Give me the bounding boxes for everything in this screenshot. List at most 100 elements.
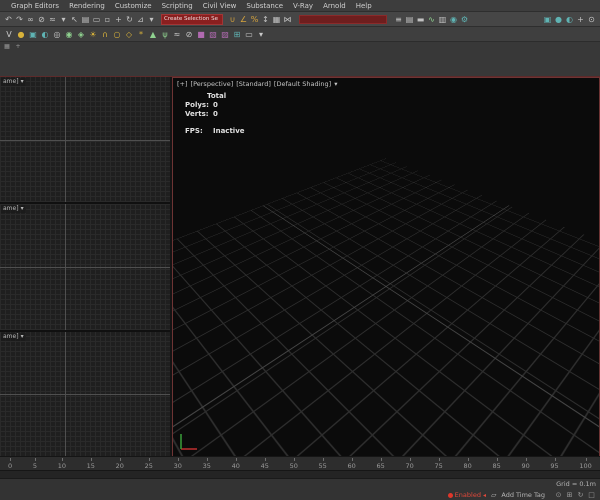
vray-render-icon[interactable]: ●: [15, 29, 27, 40]
toggle-layer-explorer-icon[interactable]: ▤: [404, 14, 415, 25]
vray-frame-buffer-icon[interactable]: ▣: [27, 29, 39, 40]
timeline-tick[interactable]: 20: [116, 457, 124, 471]
select-and-link-icon[interactable]: ∞: [25, 14, 36, 25]
timeline-tick[interactable]: 35: [203, 457, 211, 471]
selection-filter-dropdown[interactable]: ▾: [58, 14, 69, 25]
maximize-viewport-toggle-icon[interactable]: □: [587, 491, 596, 500]
timeline-tick[interactable]: 80: [463, 457, 472, 471]
sun-light-icon[interactable]: *: [135, 29, 147, 40]
timeline-tick[interactable]: 75: [434, 457, 443, 471]
timeline-tick[interactable]: 95: [550, 457, 559, 471]
sphere-light-icon[interactable]: ○: [111, 29, 123, 40]
toggle-ribbon-icon[interactable]: ▬: [415, 14, 426, 25]
vray-proxy-icon[interactable]: ▲: [147, 29, 159, 40]
schematic-view-icon[interactable]: ▥: [437, 14, 448, 25]
angle-snap-icon[interactable]: ∠: [238, 14, 249, 25]
mirror-icon[interactable]: ⋈: [282, 14, 293, 25]
dome-light-icon[interactable]: ∩: [99, 29, 111, 40]
timeline-tick[interactable]: 15: [87, 457, 95, 471]
undo-icon[interactable]: ↶: [3, 14, 14, 25]
snap-toggle-icon[interactable]: ∪: [227, 14, 238, 25]
menu-item[interactable]: Customize: [110, 2, 157, 10]
select-and-scale-icon[interactable]: ⊿: [135, 14, 146, 25]
zoom-icon[interactable]: ⊙: [554, 491, 563, 500]
ortho-viewport-middle[interactable]: ame] ▾: [0, 204, 170, 330]
timeline-tick[interactable]: 100: [579, 457, 592, 471]
select-and-move-icon[interactable]: +: [113, 14, 124, 25]
viewport-renderer-menu[interactable]: [Standard]: [236, 80, 271, 89]
timeline-tick[interactable]: 5: [33, 457, 37, 471]
timeline-tick[interactable]: 25: [145, 457, 153, 471]
physical-camera-icon[interactable]: ◈: [75, 29, 87, 40]
node-editor-icon[interactable]: ⊞: [231, 29, 243, 40]
vray-material-icon[interactable]: ■: [195, 29, 207, 40]
viewport-label[interactable]: ame] ▾: [1, 78, 26, 86]
select-by-name-icon[interactable]: ▤: [80, 14, 91, 25]
vray-camera-icon[interactable]: ◉: [63, 29, 75, 40]
timeline-tick[interactable]: 65: [377, 457, 385, 471]
viewport-plus-menu[interactable]: [+]: [177, 80, 188, 89]
open-viewport-icon[interactable]: +: [575, 14, 586, 25]
select-object-icon[interactable]: ↖: [69, 14, 80, 25]
viewport-pov-menu[interactable]: [Perspective]: [191, 80, 234, 89]
timeline-tick[interactable]: 55: [319, 457, 327, 471]
ortho-viewport-top[interactable]: ame] ▾: [0, 77, 170, 203]
menu-item[interactable]: Scripting: [157, 2, 198, 10]
zoom-extents-all-icon[interactable]: ⊞: [565, 491, 574, 500]
orbit-icon[interactable]: ↻: [576, 491, 585, 500]
named-selection-sets-icon[interactable]: ▦: [271, 14, 282, 25]
render-frame-window-icon[interactable]: ▣: [542, 14, 553, 25]
menu-item[interactable]: Help: [351, 2, 377, 10]
search-icon[interactable]: ⊙: [586, 14, 597, 25]
viewport-layout-tab-icon[interactable]: ▦: [3, 43, 11, 51]
timeline-tick[interactable]: 90: [521, 457, 530, 471]
unlink-selection-icon[interactable]: ⊘: [36, 14, 47, 25]
align-icon[interactable]: ≡: [393, 14, 404, 25]
override-material-icon[interactable]: ▨: [219, 29, 231, 40]
render-iterative-icon[interactable]: ◐: [564, 14, 575, 25]
collapse-arrow-icon[interactable]: ◂: [483, 491, 486, 500]
menu-item[interactable]: Arnold: [318, 2, 351, 10]
render-setup-icon[interactable]: ⚙: [459, 14, 470, 25]
menu-item[interactable]: Substance: [241, 2, 288, 10]
viewport-label-menu-icon[interactable]: ▾: [21, 78, 24, 86]
timeline-tick[interactable]: 30: [174, 457, 182, 471]
viewport-label-menu-icon[interactable]: ▾: [21, 205, 24, 213]
mesh-light-icon[interactable]: ◇: [123, 29, 135, 40]
blend-material-icon[interactable]: ▧: [207, 29, 219, 40]
menu-item[interactable]: Rendering: [64, 2, 110, 10]
last-render-icon[interactable]: ◎: [51, 29, 63, 40]
menu-item[interactable]: Graph Editors: [6, 2, 64, 10]
rectangular-region-icon[interactable]: ▭: [91, 14, 102, 25]
viewport-settings-icon[interactable]: ▾: [334, 80, 337, 89]
vray-fur-icon[interactable]: ψ: [159, 29, 171, 40]
time-slider[interactable]: 0 5 10 15 20 25 30 35 40 45 50 55 60 65 70 75 80 85 90 95 10…: [0, 456, 600, 471]
reference-coordinate-dropdown[interactable]: ▾: [146, 14, 157, 25]
toolbar-options-icon[interactable]: ▾: [255, 29, 267, 40]
viewport-label[interactable]: ame] ▾: [1, 332, 26, 341]
clipper-icon[interactable]: ⊘: [183, 29, 195, 40]
menu-item[interactable]: V-Ray: [288, 2, 318, 10]
timeline-tick[interactable]: 45: [261, 457, 269, 471]
select-and-rotate-icon[interactable]: ↻: [124, 14, 135, 25]
vray-light-icon[interactable]: ☀: [87, 29, 99, 40]
timeline-tick[interactable]: 85: [492, 457, 501, 471]
timeline-tick[interactable]: 0: [8, 457, 12, 471]
timeline-tick[interactable]: 10: [58, 457, 66, 471]
ortho-viewport-bottom[interactable]: ame] ▾: [0, 331, 170, 457]
curve-editor-icon[interactable]: ∿: [426, 14, 437, 25]
bind-to-spacewarp-icon[interactable]: ≈: [47, 14, 58, 25]
percent-snap-icon[interactable]: %: [249, 14, 260, 25]
add-layout-tab-icon[interactable]: +: [14, 43, 22, 51]
perspective-viewport[interactable]: [+] [Perspective] [Standard] [Default Sh…: [172, 77, 600, 457]
viewport-shading-menu[interactable]: [Default Shading]: [274, 80, 331, 89]
spinner-snap-icon[interactable]: ↕: [260, 14, 271, 25]
timeline-tick[interactable]: 40: [232, 457, 240, 471]
viewport-label[interactable]: ame] ▾: [1, 205, 26, 214]
vray-menu-icon[interactable]: V: [3, 29, 15, 40]
redo-icon[interactable]: ↷: [14, 14, 25, 25]
create-selection-set-dropdown[interactable]: Create Selection Se: [161, 13, 223, 25]
frame-stamp-icon[interactable]: ▭: [243, 29, 255, 40]
timeline-tick[interactable]: 70: [406, 457, 414, 471]
ipr-render-icon[interactable]: ◐: [39, 29, 51, 40]
